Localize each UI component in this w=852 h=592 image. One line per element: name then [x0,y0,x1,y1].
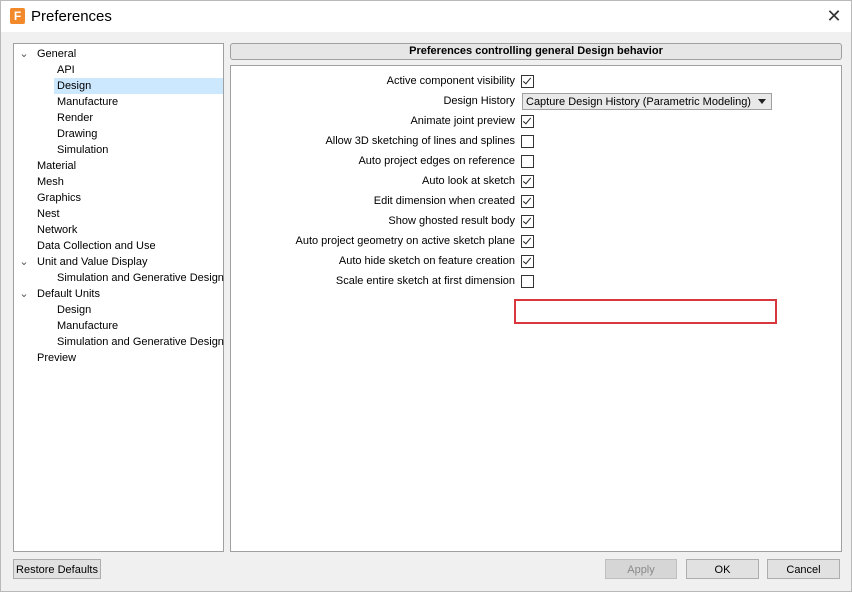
dropdown-arrow-icon[interactable] [758,99,766,104]
tree-item[interactable]: Manufacture [54,318,121,334]
setting-label: Auto look at sketch [422,175,515,187]
setting-checkbox[interactable] [521,275,534,288]
setting-row: Scale entire sketch at first dimension [231,272,841,292]
chevron-down-icon[interactable]: ⌄ [18,46,30,62]
tree-item[interactable]: Nest [34,206,63,222]
tree-item[interactable]: API [54,62,78,78]
setting-label: Animate joint preview [410,115,515,127]
cancel-button[interactable]: Cancel [767,559,840,579]
fusion-app-icon: F [10,8,25,24]
section-header: Preferences controlling general Design b… [230,43,842,60]
tree-item[interactable]: Design [54,78,223,94]
setting-label: Auto hide sketch on feature creation [338,255,515,267]
highlight-box [514,299,777,324]
setting-label: Auto project edges on reference [358,155,515,167]
setting-checkbox[interactable] [521,255,534,268]
tree-item[interactable]: Unit and Value Display [34,254,150,270]
apply-button[interactable]: Apply [605,559,677,579]
tree-item[interactable]: Drawing [54,126,100,142]
setting-checkbox[interactable] [521,115,534,128]
setting-row: Animate joint preview [231,112,841,132]
setting-checkbox[interactable] [521,75,534,88]
setting-label: Show ghosted result body [388,215,515,227]
close-icon[interactable]: ✕ [817,1,851,32]
setting-label: Allow 3D sketching of lines and splines [325,135,515,147]
setting-checkbox[interactable] [521,155,534,168]
tree-item[interactable]: Mesh [34,174,67,190]
setting-label: Design History [443,95,515,107]
preferences-window: F Preferences ✕ ⌄ General API Design Manufac… [0,0,852,592]
setting-row: Edit dimension when created [231,192,841,212]
chevron-down-icon[interactable]: ⌄ [18,254,30,270]
setting-row: Active component visibility [231,72,841,92]
setting-checkbox[interactable] [521,215,534,228]
setting-row: Auto project edges on reference [231,152,841,172]
setting-checkbox[interactable] [521,175,534,188]
preferences-tree[interactable]: ⌄ General API Design Manufacture Render Drawin… [13,43,224,552]
setting-row: Show ghosted result body [231,212,841,232]
tree-item[interactable]: Simulation and Generative Design [54,270,227,286]
tree-item[interactable]: Render [54,110,96,126]
tree-item[interactable]: Data Collection and Use [34,238,159,254]
setting-checkbox[interactable] [521,195,534,208]
tree-item[interactable]: Graphics [34,190,84,206]
tree-item[interactable]: Design [54,302,94,318]
setting-row: Design History Capture Design History (Pa… [231,92,841,112]
setting-row: Auto look at sketch [231,172,841,192]
setting-label: Active component visibility [386,75,515,87]
tree-item[interactable]: Simulation [54,142,111,158]
title-bar: F Preferences ✕ [1,1,851,32]
tree-item[interactable]: Manufacture [54,94,121,110]
tree-item[interactable]: Default Units [34,286,103,302]
ok-button[interactable]: OK [686,559,759,579]
setting-checkbox[interactable] [521,235,534,248]
tree-item[interactable]: Material [34,158,79,174]
restore-defaults-button[interactable]: Restore Defaults [13,559,101,579]
design-history-dropdown[interactable]: Capture Design History (Parametric Model… [522,93,772,110]
setting-label: Scale entire sketch at first dimension [335,275,515,287]
window-title: Preferences [31,8,112,25]
dropdown-value: Capture Design History (Parametric Model… [526,96,751,108]
chevron-down-icon[interactable]: ⌄ [18,286,30,302]
settings-panel: Active component visibility Design Histor… [230,65,842,552]
setting-label: Auto project geometry on active sketch p… [295,235,515,247]
tree-item[interactable]: Simulation and Generative Design [54,334,227,350]
tree-item[interactable]: Preview [34,350,79,366]
tree-item[interactable]: General [34,46,79,62]
setting-row: Auto hide sketch on feature creation [231,252,841,272]
setting-checkbox[interactable] [521,135,534,148]
setting-label: Edit dimension when created [373,195,515,207]
setting-row: Auto project geometry on active sketch p… [231,232,841,252]
setting-row: Allow 3D sketching of lines and splines [231,132,841,152]
tree-item[interactable]: Network [34,222,80,238]
